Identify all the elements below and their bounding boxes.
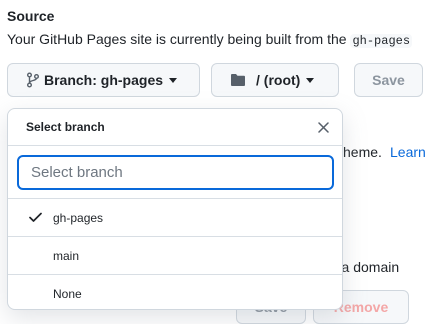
source-heading: Source <box>7 8 55 24</box>
learn-more-link[interactable]: Learn <box>390 144 426 160</box>
branch-list: gh-pages main None <box>8 199 342 309</box>
branch-item-main[interactable]: main <box>8 237 342 275</box>
branch-item-label: None <box>53 286 82 301</box>
folder-button-label: / (root) <box>256 72 301 88</box>
dropdown-title: Select branch <box>26 120 105 134</box>
branch-search-input[interactable] <box>17 155 334 190</box>
dropdown-header: Select branch <box>8 109 342 146</box>
source-description-text: Your GitHub Pages site is currently bein… <box>7 31 351 47</box>
folder-icon <box>230 73 246 87</box>
branch-dropdown-menu: Select branch gh-pages main None <box>7 108 343 310</box>
chevron-down-icon <box>169 77 178 83</box>
source-branch-code: gh-pages <box>350 34 413 48</box>
folder-select-button[interactable]: / (root) <box>211 63 339 97</box>
branch-button-label: Branch: gh-pages <box>44 72 164 88</box>
branch-item-none[interactable]: None <box>8 275 342 309</box>
dropdown-filter <box>8 146 342 199</box>
save-button[interactable]: Save <box>354 63 423 97</box>
source-description: Your GitHub Pages site is currently bein… <box>7 31 428 48</box>
branch-item-label: gh-pages <box>53 210 104 225</box>
git-branch-icon <box>26 72 40 88</box>
branch-select-button[interactable]: Branch: gh-pages <box>7 63 200 97</box>
check-icon <box>8 212 53 223</box>
branch-item-label: main <box>53 248 80 263</box>
theme-text: heme. <box>343 144 382 160</box>
close-icon[interactable] <box>316 120 330 134</box>
branch-item-gh-pages[interactable]: gh-pages <box>8 199 342 237</box>
chevron-down-icon <box>306 77 315 83</box>
